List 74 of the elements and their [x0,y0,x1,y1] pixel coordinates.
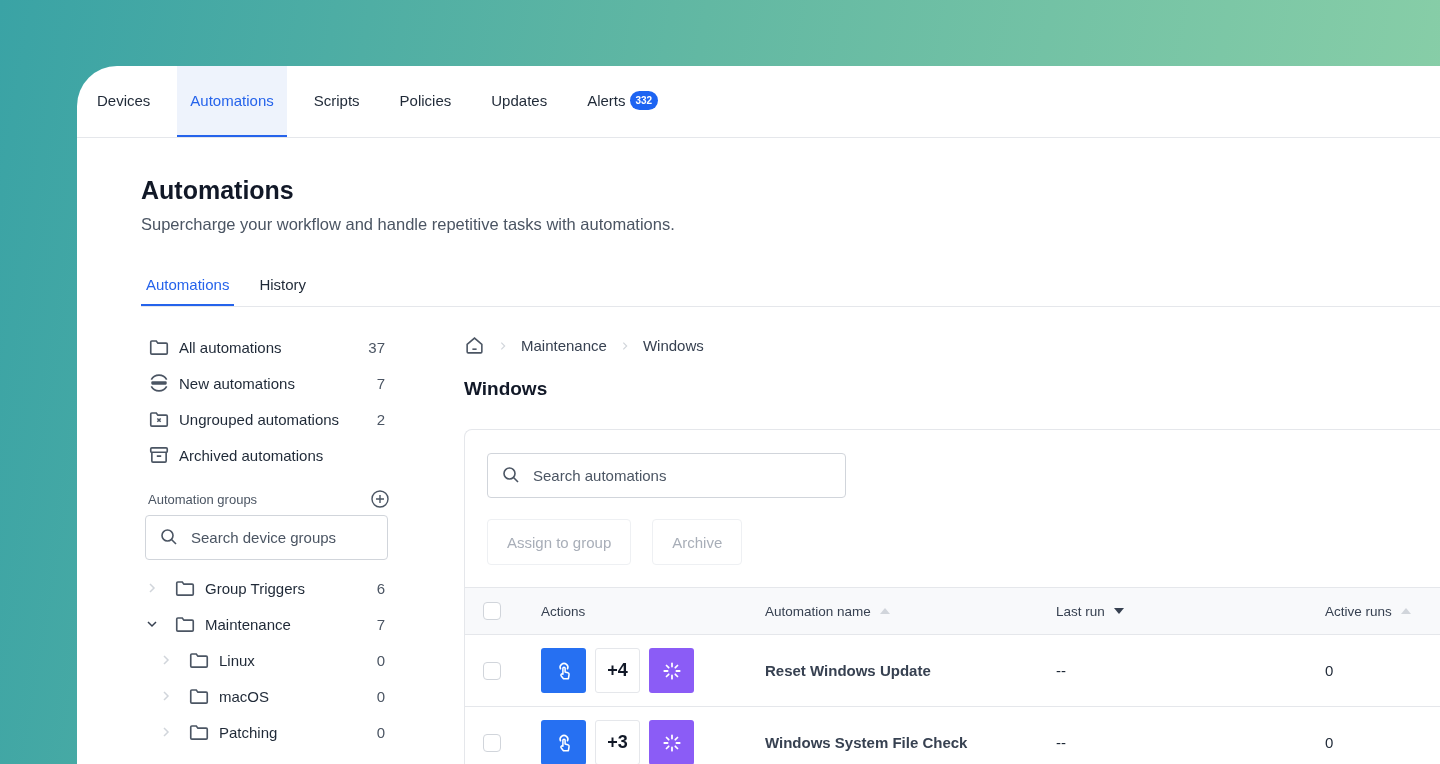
item-label: All automations [179,338,283,356]
chevron-right-icon[interactable] [160,726,172,738]
nav-tab[interactable]: Updates [478,66,561,137]
item-count: 0 [376,687,385,705]
tree-item[interactable]: Linux 0 [141,642,392,678]
trigger-button[interactable] [541,648,586,693]
chevron-right-icon [498,340,508,351]
add-icon[interactable] [370,489,390,509]
table-cell-text: 0 [1325,734,1335,751]
trigger-button[interactable] [541,720,586,764]
item-label: Ungrouped automations [179,410,341,428]
nav-tab[interactable]: Alerts 332 [574,66,672,137]
column-header[interactable]: Automation name [765,603,871,619]
item-label: Maintenance [205,615,292,633]
breadcrumb-link[interactable]: Windows [642,337,704,354]
tree-item[interactable]: Maintenance 7 [141,606,392,642]
item-label: Linux [219,651,256,669]
nav-tab[interactable]: Scripts [300,66,373,137]
tree-item[interactable]: macOS 0 [141,678,392,714]
table-cell-text: -- [1056,662,1067,679]
column-header[interactable]: Last run [1056,603,1105,619]
sidebar-item[interactable]: Ungrouped automations 2 [141,401,392,437]
page-title: Automations [141,176,295,205]
more-actions-button[interactable]: +4 [595,648,640,693]
sort-down-icon[interactable] [1113,608,1124,614]
nav-tab[interactable]: Automations [177,66,287,137]
chevron-right-icon[interactable] [146,582,158,594]
item-count: 6 [376,579,385,597]
spinner-button[interactable] [649,720,694,764]
item-label: Patching [219,723,279,741]
sidebar-item[interactable]: New automations 7 [141,365,392,401]
tree-item[interactable]: Group Triggers 6 [141,570,392,606]
chevron-right-icon[interactable] [160,654,172,666]
count-badge: 332 [629,91,659,110]
nav-tab[interactable]: Policies [386,66,465,137]
home-icon[interactable] [464,335,485,356]
table-cell-text: -- [1056,734,1067,751]
more-actions-button[interactable]: +3 [595,720,640,764]
chevron-down-icon[interactable] [146,618,158,630]
checkbox[interactable] [483,602,501,620]
column-header[interactable]: Active runs [1325,603,1392,619]
item-label: macOS [219,687,270,705]
sub-tab[interactable]: History [254,268,312,306]
item-count: 0 [376,651,385,669]
breadcrumb-link[interactable]: Maintenance [521,337,607,354]
table-cell-text: Reset Windows Update [765,662,932,679]
item-count: 0 [376,723,385,741]
section-heading: Automation groups [148,491,258,507]
item-label: New automations [179,374,296,392]
item-count: 37 [368,338,385,356]
sidebar-item[interactable]: All automations 37 [141,329,392,365]
item-count: 7 [376,615,385,633]
table-cell-text: 0 [1325,662,1335,679]
search-field[interactable]: Search automations [487,453,846,498]
table-cell-text: Windows System File Check [765,734,969,751]
search-field[interactable]: Search device groups [145,515,388,560]
item-label: Archived automations [179,446,325,464]
archive-icon [148,444,170,466]
sidebar-item[interactable]: Archived automations [141,437,392,473]
item-label: Group Triggers [205,579,307,597]
tree-item[interactable]: Patching 0 [141,714,392,750]
checkbox[interactable] [483,661,501,680]
item-count: 7 [376,374,385,392]
sub-tab[interactable]: Automations [141,268,235,306]
section-title: Windows [464,378,549,400]
checkbox[interactable] [483,733,501,752]
item-count: 2 [376,410,385,428]
page-subtitle: Supercharge your workflow and handle repetitive tasks with automations. [141,215,676,234]
column-header[interactable]: Actions [541,603,586,619]
nav-tab[interactable]: Devices [84,66,164,137]
sort-up-icon[interactable] [879,608,890,614]
chevron-right-icon[interactable] [160,690,172,702]
sort-up-icon[interactable] [1400,608,1411,614]
spinner-button[interactable] [649,648,694,693]
